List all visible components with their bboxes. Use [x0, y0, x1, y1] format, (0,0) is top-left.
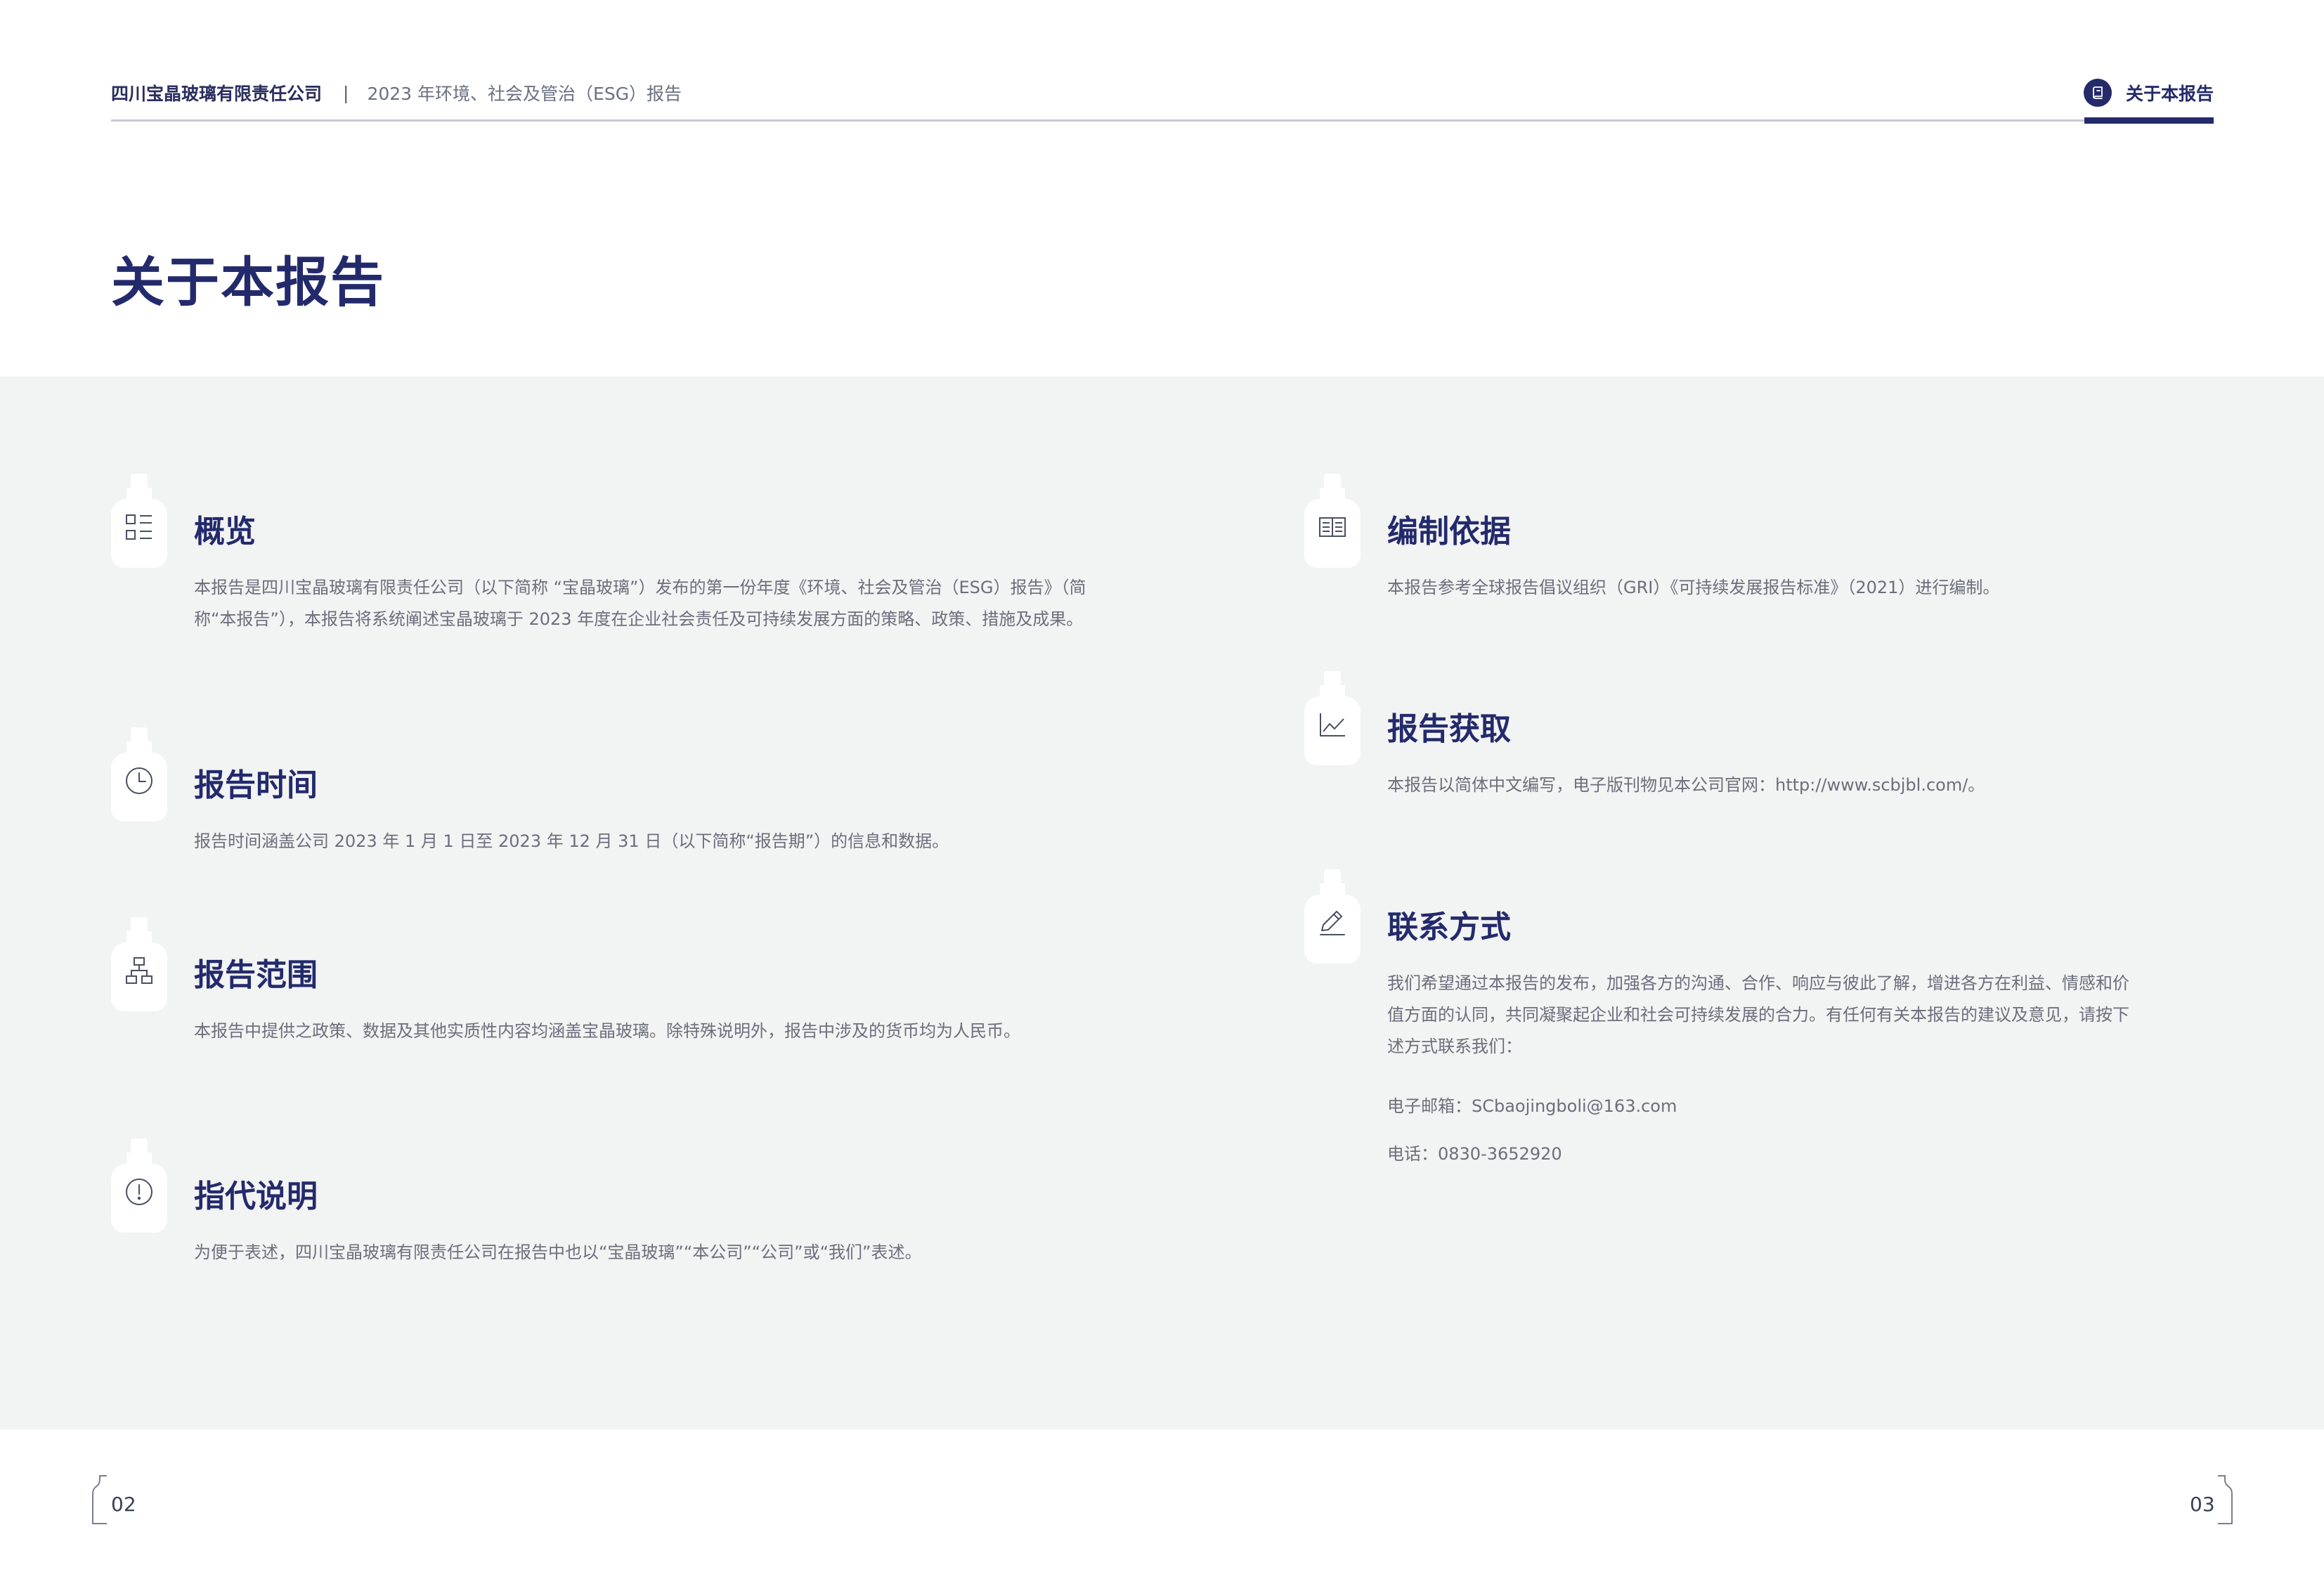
- section-basis: 编制依据 本报告参考全球报告倡议组织（GRI）《可持续发展报告标准》（2021）…: [1304, 474, 2218, 621]
- info-circle-icon: [126, 1179, 152, 1205]
- open-book-icon: [1319, 517, 1346, 537]
- section-title: 指代说明: [194, 1179, 318, 1214]
- section-overview: 概览 本报告是四川宝晶玻璃有限责任公司（以下简称 “宝晶玻璃”）发布的第一份年度…: [111, 474, 1086, 684]
- line-chart-icon: [1320, 713, 1345, 736]
- page-header: 四川宝晶玻璃有限责任公司 | 2023 年环境、社会及管治（ESG）报告 关于本…: [111, 0, 2214, 125]
- bottle-icon-frame: [1304, 671, 1361, 765]
- page-number-text: 03: [2190, 1493, 2215, 1516]
- pen-icon: [1320, 911, 1345, 935]
- section-title: 报告时间: [194, 767, 318, 803]
- bottle-icon-frame: [111, 1138, 167, 1233]
- org-chart-icon: [126, 957, 152, 984]
- company-name: 四川宝晶玻璃有限责任公司: [111, 84, 323, 104]
- section-scope: 报告范围 本报告中提供之政策、数据及其他实质性内容均涵盖宝晶玻璃。除特殊说明外，…: [111, 917, 1025, 1100]
- clock-icon: [126, 767, 152, 794]
- report-name: 2023 年环境、社会及管治（ESG）报告: [367, 84, 682, 104]
- section-reference: 指代说明 为便于表述，四川宝晶玻璃有限责任公司在报告中也以“宝晶玻璃”“本公司”…: [111, 1138, 1025, 1286]
- section-body: 本报告是四川宝晶玻璃有限责任公司（以下简称 “宝晶玻璃”）发布的第一份年度《环境…: [194, 578, 1086, 629]
- section-title: 报告范围: [194, 957, 318, 993]
- section-body: 本报告以简体中文编写，电子版刊物见本公司官网：http://www.scbjbl…: [1387, 775, 1985, 795]
- page-number-text: 02: [111, 1493, 136, 1516]
- nav-current-section[interactable]: 关于本报告: [2083, 76, 2214, 110]
- bottle-icon-frame: [111, 917, 167, 1011]
- list-icon: [126, 514, 152, 540]
- nav-active-underline: [2084, 117, 2214, 124]
- section-title: 概览: [194, 514, 256, 550]
- nav-label: 关于本报告: [2125, 84, 2214, 104]
- bottle-icon-frame: [1304, 869, 1361, 963]
- header-left: 四川宝晶玻璃有限责任公司 | 2023 年环境、社会及管治（ESG）报告: [111, 79, 682, 107]
- header-rule: [111, 119, 2214, 122]
- bottle-icon-frame: [1304, 474, 1361, 568]
- section-body: 报告时间涵盖公司 2023 年 1 月 1 日至 2023 年 12 月 31 …: [194, 831, 949, 851]
- section-period: 报告时间 报告时间涵盖公司 2023 年 1 月 1 日至 2023 年 12 …: [111, 727, 1025, 875]
- page-number-left: 02: [90, 1474, 160, 1525]
- section-title: 联系方式: [1387, 909, 1511, 945]
- section-contact: 联系方式 我们希望通过本报告的发布，加强各方的沟通、合作、响应与彼此了解，增进各…: [1304, 869, 2218, 1172]
- section-body: 本报告中提供之政策、数据及其他实质性内容均涵盖宝晶玻璃。除特殊说明外，报告中涉及…: [194, 1021, 1020, 1041]
- section-title: 编制依据: [1387, 514, 1511, 550]
- contact-email[interactable]: 电子邮箱：SCbaojingboli@163.com: [1387, 1092, 1677, 1117]
- header-separator: |: [343, 82, 349, 103]
- section-body: 本报告参考全球报告倡议组织（GRI）《可持续发展报告标准》（2021）进行编制。: [1387, 578, 2000, 597]
- page-number-right: 03: [2164, 1474, 2235, 1525]
- section-body: 为便于表述，四川宝晶玻璃有限责任公司在报告中也以“宝晶玻璃”“本公司”“公司”或…: [194, 1242, 922, 1262]
- section-title: 报告获取: [1387, 711, 1511, 747]
- section-body: 我们希望通过本报告的发布，加强各方的沟通、合作、响应与彼此了解，增进各方在利益、…: [1387, 973, 2129, 1056]
- bottle-icon-frame: [111, 474, 167, 568]
- bottle-icon-frame: [111, 727, 167, 822]
- book-icon: [2083, 79, 2112, 107]
- page-title: 关于本报告: [111, 251, 385, 313]
- contact-phone[interactable]: 电话：0830-3652920: [1387, 1140, 1562, 1164]
- section-access: 报告获取 本报告以简体中文编写，电子版刊物见本公司官网：http://www.s…: [1304, 671, 2218, 819]
